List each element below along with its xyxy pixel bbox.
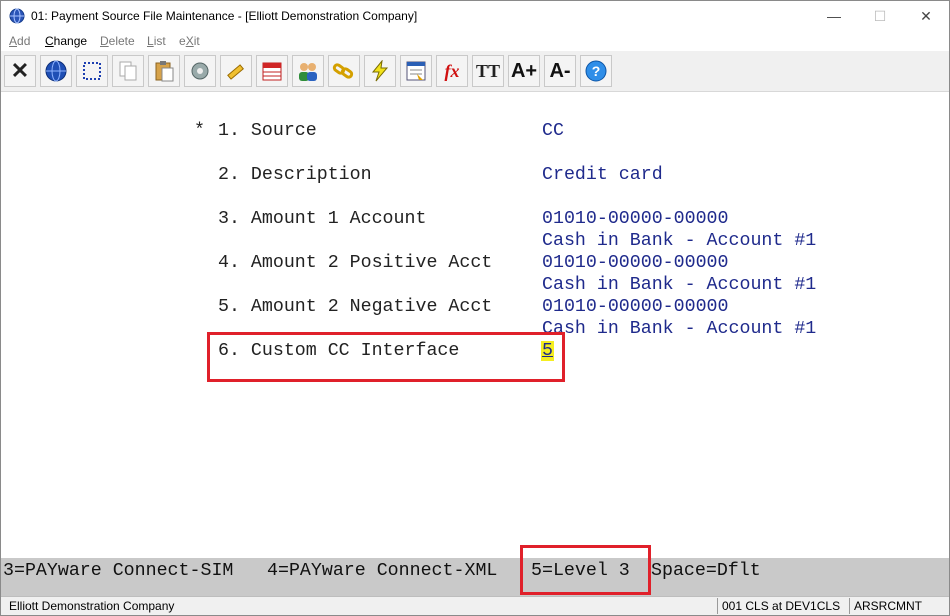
help-option-4: 4=PAYware Connect-XML	[267, 561, 498, 581]
title-bar: 01: Payment Source File Maintenance - [E…	[1, 1, 949, 31]
menu-bar: Add Change Delete List eXit	[1, 31, 949, 51]
minimize-button[interactable]: —	[811, 1, 857, 31]
copy-icon[interactable]	[112, 55, 144, 87]
help-option-space: Space=Dflt	[651, 561, 761, 581]
status-divider	[849, 598, 850, 614]
field-value-amount1-account[interactable]: 01010-00000-00000	[542, 208, 729, 230]
settings-icon[interactable]	[184, 55, 216, 87]
form-area: * 1. Source CC 2. Description Credit car…	[1, 92, 949, 558]
function-glyph: fx	[444, 60, 460, 81]
users-icon[interactable]	[292, 55, 324, 87]
maximize-button[interactable]: ☐	[857, 1, 903, 31]
menu-add[interactable]: Add	[9, 34, 30, 48]
font-size-glyph: TT	[475, 60, 500, 81]
field-desc-amount2-positive: Cash in Bank - Account #1	[542, 275, 817, 295]
menu-list[interactable]: List	[147, 34, 166, 48]
highlight-box-custom-cc	[207, 332, 565, 382]
field-value-amount2-positive[interactable]: 01010-00000-00000	[542, 252, 729, 274]
field-desc-amount2-negative: Cash in Bank - Account #1	[542, 319, 817, 339]
link-icon[interactable]	[328, 55, 360, 87]
font-grow-icon[interactable]: A+	[508, 55, 540, 87]
font-shrink-icon[interactable]: A-	[544, 55, 576, 87]
status-session: 001 CLS at DEV1CLS	[722, 599, 841, 613]
status-divider	[717, 598, 718, 614]
paste-icon[interactable]	[148, 55, 180, 87]
help-icon[interactable]: ?	[580, 55, 612, 87]
font-size-icon[interactable]: TT	[472, 55, 504, 87]
menu-delete[interactable]: Delete	[100, 34, 135, 48]
help-glyph: ?	[592, 63, 601, 79]
flash-icon[interactable]	[364, 55, 396, 87]
font-grow-glyph: A+	[510, 59, 538, 82]
required-marker: *	[194, 121, 205, 141]
field-value-source[interactable]: CC	[542, 120, 564, 142]
toolbar: ✕ fx TT A+ A- ?	[1, 51, 949, 92]
field-value-amount2-negative[interactable]: 01010-00000-00000	[542, 296, 729, 318]
field-value-description[interactable]: Credit card	[542, 164, 663, 186]
close-glyph: ✕	[10, 58, 30, 83]
window-title: 01: Payment Source File Maintenance - [E…	[31, 9, 418, 23]
field-label-amount1-account: 3. Amount 1 Account	[218, 209, 427, 229]
select-icon[interactable]	[76, 55, 108, 87]
highlight-box-level3	[520, 545, 651, 595]
globe-icon[interactable]	[40, 55, 72, 87]
close-window-button[interactable]: ✕	[903, 1, 949, 31]
app-globe-icon	[9, 8, 25, 24]
close-icon[interactable]: ✕	[4, 55, 36, 87]
edit-icon[interactable]	[220, 55, 252, 87]
field-label-amount2-negative: 5. Amount 2 Negative Acct	[218, 297, 493, 317]
app-window: 01: Payment Source File Maintenance - [E…	[0, 0, 950, 616]
field-label-source: 1. Source	[218, 121, 317, 141]
help-option-3: 3=PAYware Connect-SIM	[3, 561, 234, 581]
help-bar: 3=PAYware Connect-SIM 4=PAYware Connect-…	[1, 545, 949, 596]
field-desc-amount1-account: Cash in Bank - Account #1	[542, 231, 817, 251]
menu-change[interactable]: Change	[45, 34, 87, 48]
function-icon[interactable]: fx	[436, 55, 468, 87]
form-icon[interactable]	[400, 55, 432, 87]
calendar-icon[interactable]	[256, 55, 288, 87]
field-label-amount2-positive: 4. Amount 2 Positive Acct	[218, 253, 493, 273]
field-label-description: 2. Description	[218, 165, 372, 185]
menu-exit[interactable]: eXit	[179, 34, 200, 48]
status-company: Elliott Demonstration Company	[9, 599, 175, 613]
font-shrink-glyph: A-	[549, 59, 571, 82]
status-bar: Elliott Demonstration Company 001 CLS at…	[1, 596, 949, 615]
status-program: ARSRCMNT	[854, 599, 922, 613]
